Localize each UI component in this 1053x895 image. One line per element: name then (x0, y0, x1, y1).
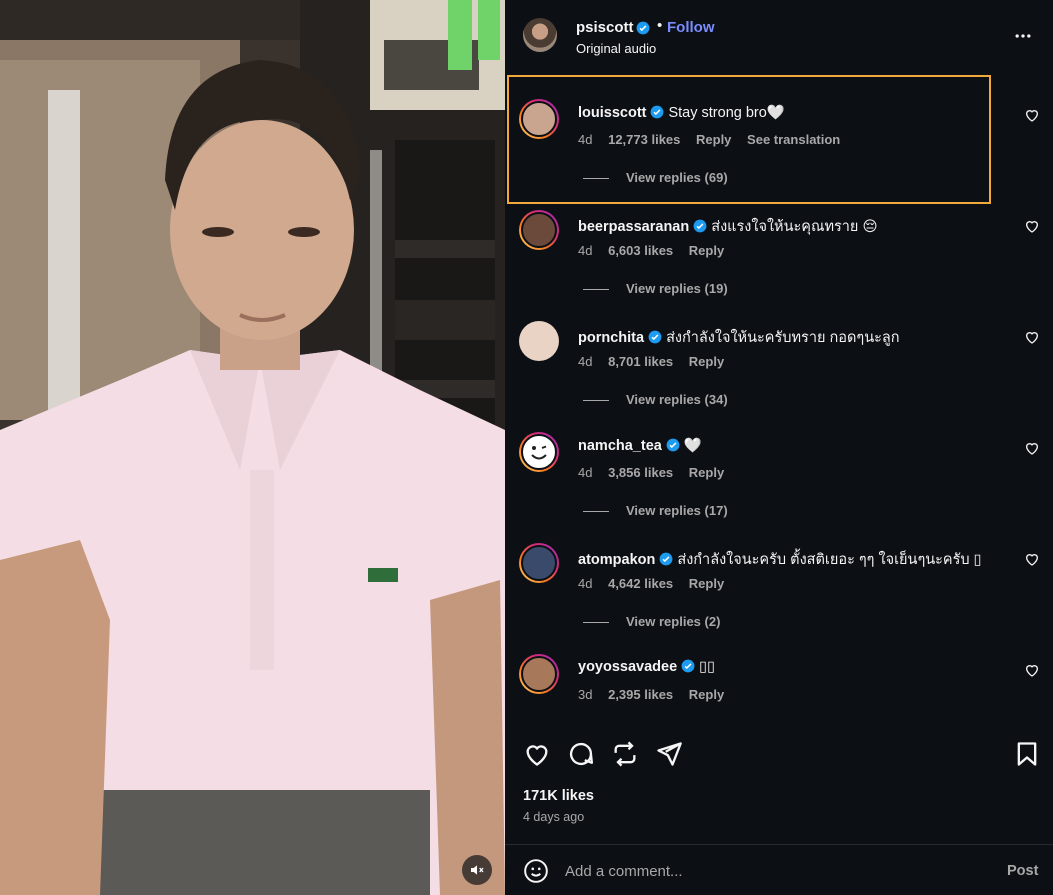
comment-item: pornchita ส่งกำลังใจให้นะครับทราย กอดๆนะล… (505, 319, 1053, 430)
comment-emoji: ▯ (973, 552, 982, 568)
like-comment-heart-icon[interactable] (1024, 662, 1040, 678)
like-heart-icon[interactable] (523, 740, 551, 768)
speaker-muted-icon (471, 865, 484, 875)
author-avatar[interactable] (523, 18, 557, 52)
like-comment-heart-icon[interactable] (1024, 329, 1040, 345)
view-replies-button[interactable]: View replies (2) (583, 614, 720, 629)
separator-dot: • (657, 17, 663, 34)
verified-badge-icon (659, 552, 673, 566)
reply-button[interactable]: Reply (689, 576, 724, 591)
comment-item: beerpassaranan ส่งแรงใจให้นะคุณทราย 😔 4d … (505, 208, 1053, 319)
comment-bubble-icon[interactable] (567, 740, 595, 768)
save-bookmark-icon[interactable] (1013, 740, 1041, 768)
view-replies-label: View replies (2) (626, 614, 721, 629)
view-replies-label: View replies (34) (626, 392, 728, 407)
comment-age: 4d (578, 354, 593, 369)
commenter-avatar[interactable] (519, 543, 559, 583)
comment-likes[interactable]: 2,395 likes (608, 687, 673, 702)
comment-text: ส่งแรงใจให้นะคุณทราย (711, 219, 859, 235)
reply-button[interactable]: Reply (689, 465, 724, 480)
commenter-username[interactable]: louisscott (578, 105, 646, 121)
commenter-avatar[interactable] (519, 432, 559, 472)
reply-button[interactable]: Reply (689, 354, 724, 369)
commenter-avatar[interactable] (519, 321, 559, 361)
replies-divider (583, 178, 609, 180)
verified-badge-icon (681, 659, 695, 673)
post-header: psiscott • Follow Original audio (505, 0, 1053, 70)
comment-likes[interactable]: 8,701 likes (608, 354, 673, 369)
reply-button[interactable]: Reply (689, 687, 724, 702)
commenter-avatar[interactable] (519, 99, 559, 139)
view-replies-label: View replies (19) (626, 281, 728, 296)
post-like-count[interactable]: 171K likes (523, 788, 594, 804)
comment-text: Stay strong bro (668, 105, 767, 121)
view-replies-label: View replies (17) (626, 503, 728, 518)
verified-badge-icon (648, 330, 662, 344)
author-username[interactable]: psiscott (576, 19, 634, 36)
view-replies-button[interactable]: View replies (17) (583, 503, 728, 518)
commenter-username[interactable]: yoyossavadee (578, 659, 677, 675)
comment-likes[interactable]: 12,773 likes (608, 132, 680, 147)
comment-likes[interactable]: 3,856 likes (608, 465, 673, 480)
post-timestamp[interactable]: 4 days ago (523, 810, 584, 824)
commenter-username[interactable]: namcha_tea (578, 438, 662, 454)
post-comment-button[interactable]: Post (1007, 863, 1038, 879)
post-action-bar (505, 735, 1053, 775)
comment-input[interactable] (565, 857, 965, 885)
like-comment-heart-icon[interactable] (1024, 440, 1040, 456)
comment-likes[interactable]: 4,642 likes (608, 576, 673, 591)
replies-divider (583, 400, 609, 402)
comment-item: atompakon ส่งกำลังใจนะครับ ตั้งสติเยอะ ๆๆ… (505, 541, 1053, 652)
comment-emoji: 🤍 (683, 438, 702, 454)
comment-item: namcha_tea 🤍 4d 3,856 likes Reply View re… (505, 430, 1053, 541)
post-side-panel: psiscott • Follow Original audio louissc… (505, 0, 1053, 895)
more-options-icon[interactable] (1013, 26, 1033, 46)
see-translation-button[interactable]: See translation (747, 132, 840, 147)
comment-text: ▯▯ (699, 659, 716, 675)
reel-video[interactable] (0, 0, 505, 895)
like-comment-heart-icon[interactable] (1024, 551, 1040, 567)
view-replies-button[interactable]: View replies (34) (583, 392, 728, 407)
view-replies-label: View replies (69) (626, 170, 728, 185)
comment-emoji: 😔 (862, 219, 878, 235)
repost-icon[interactable] (611, 740, 639, 768)
replies-divider (583, 289, 609, 291)
verified-badge-icon (651, 105, 664, 119)
comment-age: 3d (578, 687, 593, 702)
commenter-username[interactable]: beerpassaranan (578, 219, 689, 235)
view-replies-button[interactable]: View replies (69) (583, 170, 728, 185)
share-send-icon[interactable] (655, 740, 683, 768)
like-comment-heart-icon[interactable] (1024, 218, 1040, 234)
mute-toggle-button[interactable] (462, 855, 492, 885)
commenter-username[interactable]: pornchita (578, 330, 644, 346)
add-comment-bar: Post (505, 844, 1053, 895)
video-frame-image (0, 0, 505, 895)
smiley-avatar-icon (531, 445, 547, 460)
comment-age: 4d (578, 243, 593, 258)
commenter-avatar[interactable] (519, 210, 559, 250)
emoji-picker-icon[interactable] (523, 858, 549, 884)
verified-badge-icon (693, 219, 707, 233)
like-comment-heart-icon[interactable] (1024, 107, 1040, 123)
comment-emoji: 🤍 (766, 105, 785, 121)
reply-button[interactable]: Reply (689, 243, 724, 258)
commenter-avatar[interactable] (519, 654, 559, 694)
comment-text: ส่งกำลังใจนะครับ ตั้งสติเยอะ ๆๆ ใจเย็นๆน… (677, 552, 970, 568)
verified-badge-icon (636, 21, 650, 35)
reply-button[interactable]: Reply (696, 132, 731, 147)
follow-button[interactable]: Follow (667, 19, 715, 36)
commenter-username[interactable]: atompakon (578, 552, 655, 568)
comment-age: 4d (578, 576, 593, 591)
comment-item: louisscott Stay strong bro🤍 4d 12,773 lik… (505, 97, 1053, 208)
comment-age: 4d (578, 132, 593, 147)
view-replies-button[interactable]: View replies (19) (583, 281, 728, 296)
replies-divider (583, 622, 609, 624)
comment-likes[interactable]: 6,603 likes (608, 243, 673, 258)
verified-badge-icon (666, 438, 680, 452)
comment-age: 4d (578, 465, 593, 480)
replies-divider (583, 511, 609, 513)
comment-text: ส่งกำลังใจให้นะครับทราย กอดๆนะลูก (666, 330, 900, 346)
original-audio-link[interactable]: Original audio (576, 41, 656, 56)
